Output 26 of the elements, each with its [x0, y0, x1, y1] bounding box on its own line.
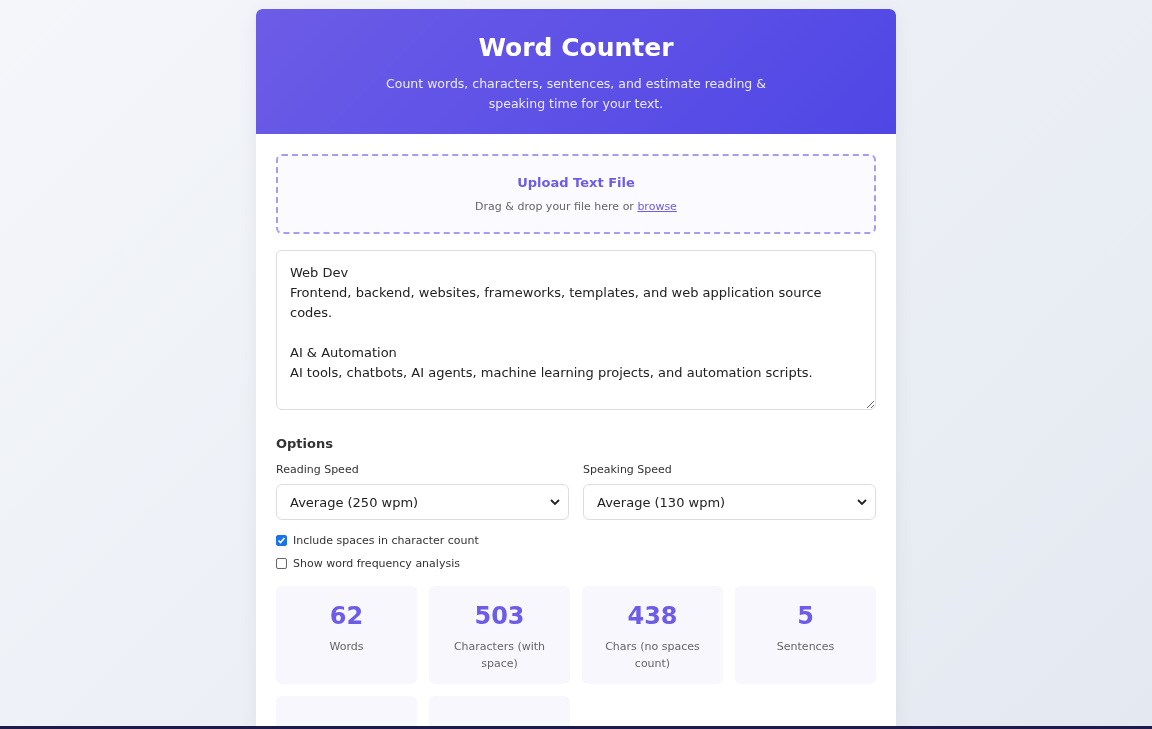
stat-value: 503	[474, 602, 525, 630]
checkbox[interactable]	[276, 535, 287, 546]
chevron-down-icon	[550, 498, 560, 506]
stat-label: Chars (no spaces count)	[604, 639, 701, 672]
stat-value: 438	[627, 602, 678, 630]
upload-title: Upload Text File	[517, 175, 635, 190]
select-label: Reading Speed	[276, 463, 360, 476]
options-heading: Options	[276, 436, 334, 451]
app-title: Word Counter	[478, 33, 674, 62]
speed-select[interactable]: Average (250 wpm)	[276, 484, 569, 520]
stat-label: Words	[328, 639, 365, 655]
checkbox-label: Include spaces in character count	[293, 534, 479, 547]
speed-select[interactable]: Average (130 wpm)	[583, 484, 876, 520]
checkbox[interactable]	[276, 558, 287, 569]
upload-hint: Drag & drop your file here or browse	[475, 200, 677, 213]
app-subtitle: Count words, characters, sentences, and estimate reading & speaking time for your text.	[386, 75, 766, 113]
checkbox-label: Show word frequency analysis	[293, 557, 460, 570]
stat-label: Sentences	[775, 639, 836, 655]
stat-value: 62	[329, 602, 364, 630]
stat-label: Characters (with space)	[452, 639, 547, 672]
stat-value: 5	[797, 602, 814, 630]
text-input[interactable]: Web Dev Frontend, backend, websites, frameworks, templates, and web application source codes. AI & Automation AI tools, chatbots, AI agents, machine learning projects, and automation scripts.	[276, 250, 876, 410]
select-label: Speaking Speed	[583, 463, 673, 476]
upload-dropzone[interactable]: Upload Text File Drag & drop your file here or browse	[276, 154, 876, 234]
browse-link[interactable]: browse	[637, 200, 677, 213]
chevron-down-icon	[857, 498, 867, 506]
